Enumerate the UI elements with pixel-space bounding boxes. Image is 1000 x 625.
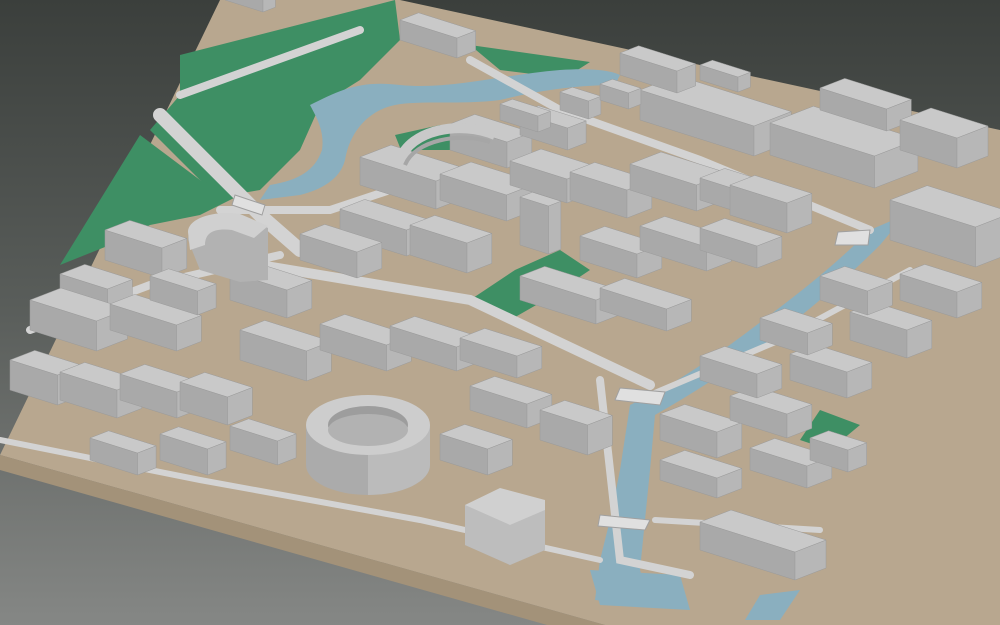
- building-block: [519, 191, 562, 255]
- south-water: [590, 570, 690, 610]
- bridge-canal-north: [834, 229, 871, 246]
- city-model-scene: [0, 0, 1000, 625]
- circular-building: [306, 395, 430, 495]
